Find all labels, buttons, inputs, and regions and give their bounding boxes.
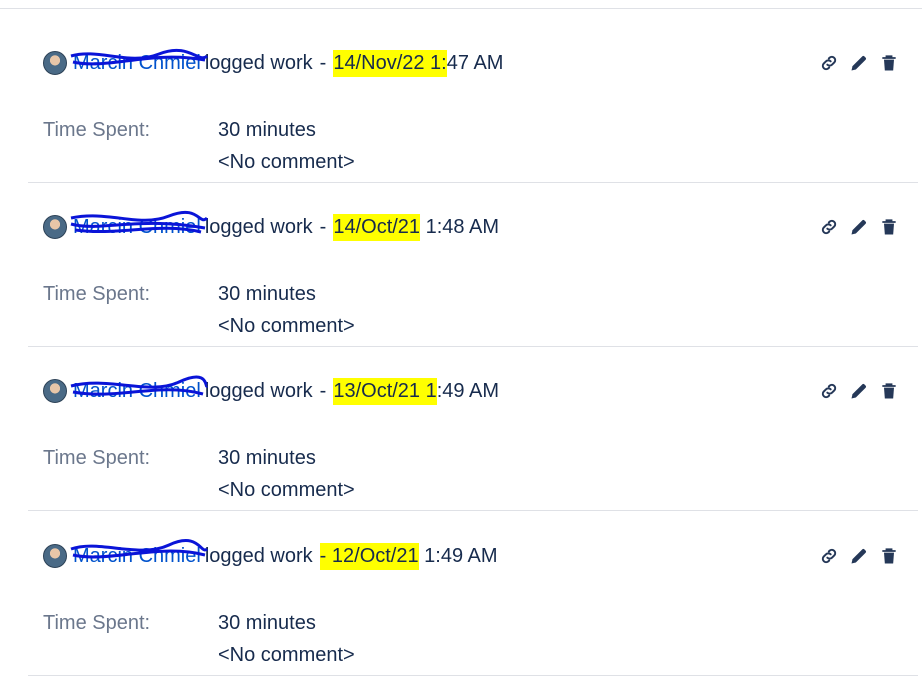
trash-icon[interactable] [878,216,900,238]
author-name[interactable]: Marcin Chmiel [73,545,201,567]
separator: - [319,544,327,567]
author-link[interactable]: Marcin Chmiel [70,375,209,403]
time-spent-value: 30 minutes [218,283,316,305]
date-rest: :49 AM [436,379,499,402]
link-icon[interactable] [818,216,840,238]
date-rest: 1:48 AM [425,215,499,238]
action-text: logged work [204,51,313,74]
separator: - [319,51,327,74]
date-highlight: 14/Nov/22 1: [333,49,447,77]
author-link[interactable]: Marcin Chmiel [70,210,209,239]
date-highlight: 13/Oct/21 1 [333,377,437,405]
author-name[interactable]: Marcin Chmiel [73,52,201,74]
separator: - [319,215,327,238]
avatar[interactable] [43,544,67,568]
time-spent-label: Time Spent: [43,283,151,305]
top-divider [0,0,922,9]
worklog-actions [818,380,900,402]
time-spent-value: 30 minutes [218,612,316,634]
author-name[interactable]: Marcin Chmiel [73,216,201,238]
link-icon[interactable] [818,380,840,402]
avatar[interactable] [43,215,67,239]
worklog-entry: Marcin Chmiel logged work - 12/Oct/21 1:… [28,512,918,676]
trash-icon[interactable] [878,52,900,74]
pencil-icon[interactable] [848,380,870,402]
trash-icon[interactable] [878,380,900,402]
date-highlight: 12/Oct/21 [331,544,419,567]
entry-divider [28,510,918,511]
time-spent-label: Time Spent: [43,447,151,469]
date-highlight: 14/Oct/21 [333,213,421,241]
worklog-actions [818,52,900,74]
action-text: logged work [204,379,313,402]
avatar[interactable] [43,379,67,403]
worklog-entry: Marcin Chmiel logged work - 14/Oct/21 1:… [28,183,918,347]
separator: - [319,379,327,402]
date-highlight-group: - 12/Oct/21 [319,542,419,570]
date-rest: 1:49 AM [424,544,498,567]
entry-divider [28,675,918,676]
worklog-header: Marcin Chmiel logged work - 12/Oct/21 1:… [43,538,498,570]
link-icon[interactable] [818,545,840,567]
worklog-comment: <No comment> [218,479,355,501]
time-spent-value: 30 minutes [218,447,316,469]
pencil-icon[interactable] [848,52,870,74]
pencil-icon[interactable] [848,216,870,238]
time-spent-label: Time Spent: [43,612,151,634]
worklog-header: Marcin Chmiel logged work - 14/Nov/22 1:… [43,48,504,77]
worklog-entry: Marcin Chmiel logged work - 13/Oct/21 1:… [28,347,918,511]
worklog-entry: Marcin Chmiel logged work - 14/Nov/22 1:… [28,19,918,183]
worklog-comment: <No comment> [218,315,355,337]
time-spent-label: Time Spent: [43,119,151,141]
author-link[interactable]: Marcin Chmiel [70,48,209,75]
worklog-header: Marcin Chmiel logged work - 13/Oct/21 1:… [43,375,499,405]
worklog-actions [818,545,900,567]
action-text: logged work [204,544,313,567]
avatar[interactable] [43,51,67,75]
date-rest: 47 AM [446,51,504,74]
action-text: logged work [204,215,313,238]
author-link[interactable]: Marcin Chmiel [70,538,209,568]
pencil-icon[interactable] [848,545,870,567]
worklog-actions [818,216,900,238]
worklog-comment: <No comment> [218,644,355,666]
time-spent-value: 30 minutes [218,119,316,141]
author-name[interactable]: Marcin Chmiel [73,380,201,402]
trash-icon[interactable] [878,545,900,567]
worklog-comment: <No comment> [218,151,355,173]
link-icon[interactable] [818,52,840,74]
worklog-header: Marcin Chmiel logged work - 14/Oct/21 1:… [43,210,499,241]
